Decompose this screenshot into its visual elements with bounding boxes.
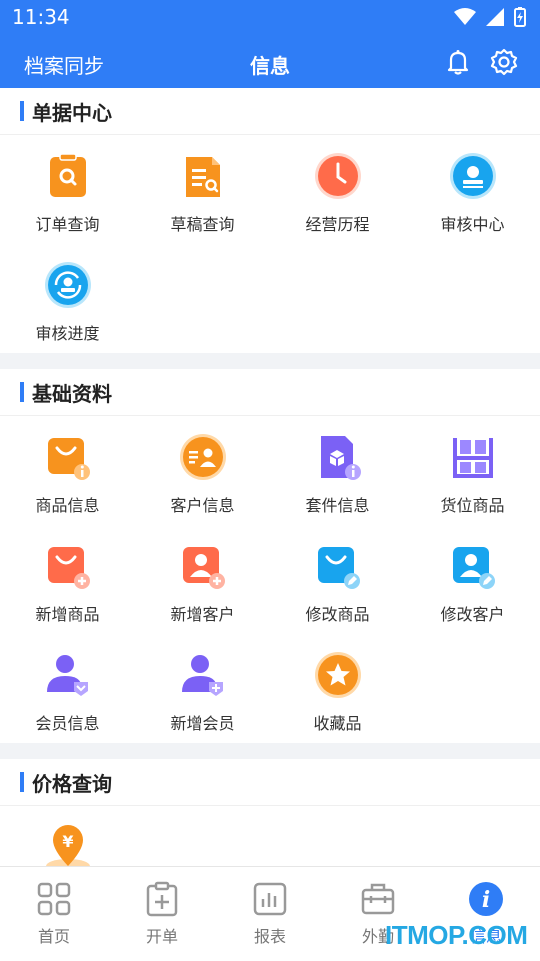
app-header: 档案同步 信息 (0, 36, 540, 88)
star-icon (314, 652, 361, 698)
section-document-center: 单据中心 订单查询 草稿查询 经营历程 审核中心 审核进度 (0, 88, 540, 353)
grid-item-label: 收藏品 (313, 714, 362, 733)
grid-item-add-product[interactable]: 新增商品 (0, 525, 135, 634)
review-progress-icon (44, 262, 91, 308)
grid-item-add-customer[interactable]: 新增客户 (135, 525, 270, 634)
section-price-query: 价格查询 ¥ (0, 759, 540, 866)
grid-item-label: 套件信息 (305, 496, 370, 515)
edit-product-icon (317, 547, 360, 589)
kit-info-icon (320, 436, 361, 480)
section-basic-data: 基础资料 商品信息 客户信息 套件信息 货位商品 新增商品 新增客户 修改商品 … (0, 369, 540, 743)
grid-item-review-center[interactable]: 审核中心 (405, 135, 540, 244)
draft-search-icon (185, 157, 220, 197)
grid: ¥ (0, 806, 540, 866)
grid-icon (37, 882, 71, 916)
nav-label: 首页 (37, 927, 70, 946)
grid-item-label: 草稿查询 (170, 215, 235, 234)
bell-icon[interactable] (444, 48, 472, 76)
nav-item-new-order[interactable]: 开单 (108, 867, 216, 961)
grid-item-favorites[interactable]: 收藏品 (270, 634, 405, 743)
clock-icon (314, 153, 361, 199)
grid: 订单查询 草稿查询 经营历程 审核中心 审核进度 (0, 135, 540, 353)
content-area[interactable]: 单据中心 订单查询 草稿查询 经营历程 审核中心 审核进度 基础资料 商品信息 … (0, 88, 540, 866)
grid-item-label: 新增商品 (35, 605, 100, 624)
grid-item-kit-info[interactable]: 套件信息 (270, 416, 405, 525)
grid-item-edit-customer[interactable]: 修改客户 (405, 525, 540, 634)
wifi-icon (454, 8, 476, 25)
briefcase-icon (361, 883, 395, 915)
svg-text:¥: ¥ (62, 832, 73, 851)
nav-item-home[interactable]: 首页 (0, 867, 108, 961)
grid-item-label: 客户信息 (170, 496, 235, 515)
grid-item-price-query[interactable]: ¥ (0, 806, 135, 866)
section-accent-bar (20, 101, 24, 121)
signal-icon (486, 8, 504, 26)
section-header: 价格查询 (0, 759, 540, 806)
section-header: 基础资料 (0, 369, 540, 416)
status-bar: 11:34 (0, 0, 540, 36)
section-accent-bar (20, 772, 24, 792)
grid-item-label: 货位商品 (440, 496, 505, 515)
grid-item-member-info[interactable]: 会员信息 (0, 634, 135, 743)
gear-icon[interactable] (490, 48, 518, 76)
review-center-icon (449, 153, 496, 199)
status-icons (454, 7, 526, 27)
grid-item-label: 审核中心 (440, 215, 505, 234)
status-time: 11:34 (12, 5, 70, 29)
grid-item-business-history[interactable]: 经营历程 (270, 135, 405, 244)
grid-item-label: 商品信息 (35, 496, 100, 515)
info-icon: i (469, 882, 503, 916)
order-search-icon (49, 153, 86, 197)
section-accent-bar (20, 382, 24, 402)
member-info-icon (46, 655, 88, 696)
nav-item-reports[interactable]: 报表 (216, 867, 324, 961)
grid-item-label: 审核进度 (35, 324, 100, 343)
price-location-icon: ¥ (45, 825, 90, 866)
add-member-icon (181, 655, 223, 696)
nav-label: 开单 (145, 927, 178, 946)
section-header: 单据中心 (0, 88, 540, 135)
grid-item-label: 新增客户 (170, 605, 235, 624)
grid-item-edit-product[interactable]: 修改商品 (270, 525, 405, 634)
grid-item-add-member[interactable]: 新增会员 (135, 634, 270, 743)
nav-label: 报表 (253, 927, 286, 946)
product-info-icon (47, 438, 90, 480)
report-icon (253, 882, 287, 916)
add-customer-icon (182, 547, 225, 589)
header-actions (444, 48, 518, 76)
section-title: 基础资料 (32, 381, 112, 406)
battery-icon (514, 7, 526, 27)
grid-item-label: 修改商品 (305, 605, 370, 624)
grid-item-label: 会员信息 (35, 714, 100, 733)
grid: 商品信息 客户信息 套件信息 货位商品 新增商品 新增客户 修改商品 修改客户 … (0, 416, 540, 743)
grid-item-customer-info[interactable]: 客户信息 (135, 416, 270, 525)
section-title: 单据中心 (32, 100, 112, 125)
shelf-icon (452, 438, 493, 478)
section-title: 价格查询 (32, 771, 112, 796)
grid-item-draft-search[interactable]: 草稿查询 (135, 135, 270, 244)
grid-item-order-search[interactable]: 订单查询 (0, 135, 135, 244)
grid-item-label: 修改客户 (440, 605, 505, 624)
watermark: ITMOP.COM (385, 920, 528, 950)
grid-item-label: 经营历程 (305, 215, 370, 234)
svg-text:i: i (482, 887, 490, 913)
edit-customer-icon (452, 547, 495, 589)
grid-item-product-info[interactable]: 商品信息 (0, 416, 135, 525)
add-product-icon (47, 547, 90, 589)
grid-item-label: 新增会员 (170, 714, 235, 733)
new-order-icon (146, 881, 178, 917)
customer-info-icon (179, 434, 226, 480)
grid-item-label: 订单查询 (35, 215, 100, 234)
grid-item-shelf-products[interactable]: 货位商品 (405, 416, 540, 525)
grid-item-review-progress[interactable]: 审核进度 (0, 244, 135, 353)
